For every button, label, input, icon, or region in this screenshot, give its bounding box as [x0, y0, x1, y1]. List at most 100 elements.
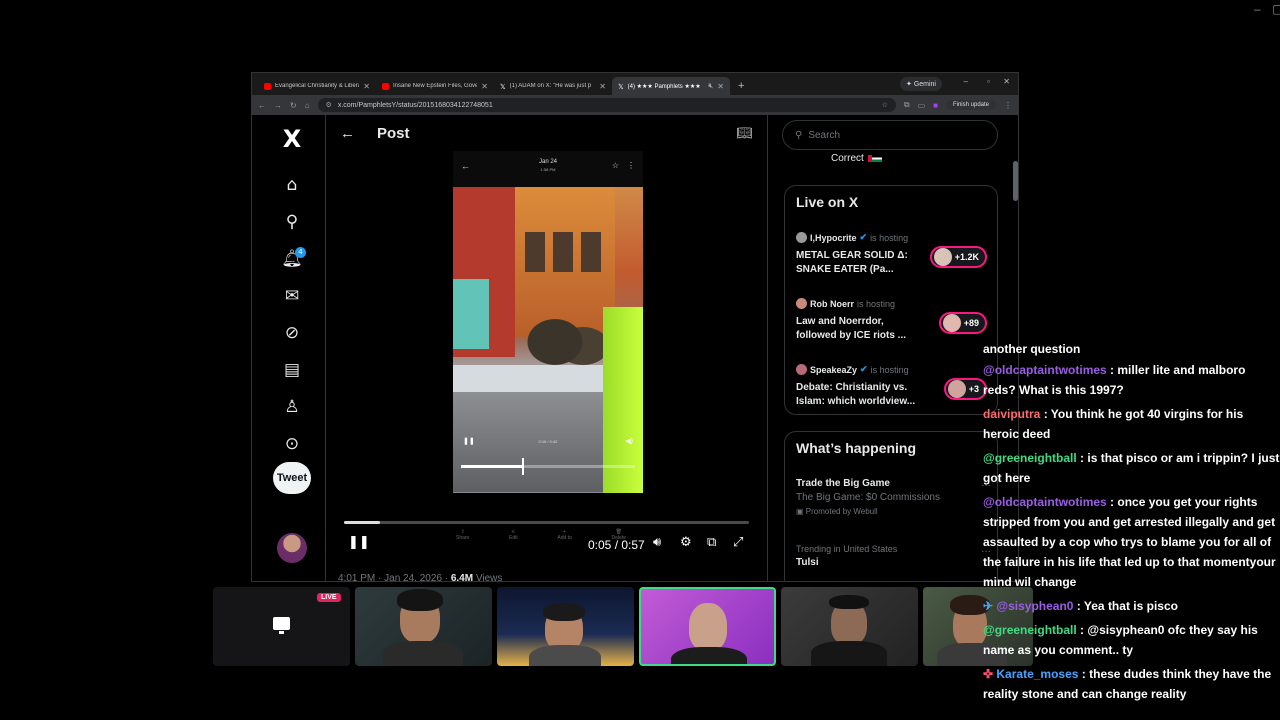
home-icon[interactable]: ⌂: [276, 175, 308, 195]
browser-tab[interactable]: Insane New Epstein Files, Gove ✕: [376, 77, 494, 95]
browser-tab[interactable]: Evangelical Christianity & Libera ✕: [258, 77, 376, 95]
new-tab-button[interactable]: +: [730, 80, 752, 95]
screen-share-tile[interactable]: LIVE: [213, 587, 350, 666]
chat-username: daiviputra: [983, 407, 1041, 421]
home-icon[interactable]: ⌂: [305, 101, 310, 110]
close-tab-icon[interactable]: ✕: [481, 82, 488, 91]
forward-icon[interactable]: →: [274, 101, 282, 110]
site-info-icon[interactable]: ⚙: [326, 101, 332, 109]
host-name: SpeakeaZy: [810, 364, 858, 375]
reader-mode-icon[interactable]: 📖︎: [736, 125, 753, 141]
host-avatar: [796, 298, 807, 309]
listeners-pill[interactable]: +3: [943, 378, 987, 400]
x-logo[interactable]: X: [276, 125, 308, 153]
minimize-icon[interactable]: –: [1254, 2, 1261, 16]
chat-message: daiviputra : You think he got 40 virgins…: [983, 404, 1280, 444]
address-bar[interactable]: ⚙ x.com/PamphletsY/status/20151680341227…: [317, 98, 896, 112]
right-sidebar: ⚲ Search Correct Live on X I,Hypocrite ✔ i…: [782, 115, 1000, 581]
promoted-trend[interactable]: Trade the Big Game The Big Game: $0 Comm…: [796, 478, 991, 516]
youtube-icon: [382, 82, 389, 90]
webcam-tile[interactable]: [497, 587, 634, 666]
post-timestamp[interactable]: 4:01 PM · Jan 24, 2026 ·: [338, 573, 451, 581]
post-meta: 4:01 PM · Jan 24, 2026 · 6.4M Views: [338, 573, 503, 582]
maximize-browser-icon[interactable]: ▫: [987, 77, 990, 86]
explore-search-icon[interactable]: ⚲: [276, 212, 308, 232]
live-space-item[interactable]: I,Hypocrite ✔ is hosting METAL GEAR SOLID …: [796, 232, 996, 277]
chat-badge-icon: ✜: [983, 667, 997, 681]
live-space-item[interactable]: SpeakeaZy ✔ is hosting Debate: Christianit…: [796, 364, 996, 409]
grok-icon[interactable]: ⊘: [276, 323, 308, 343]
verified-badge-icon: ✔: [860, 364, 868, 374]
listener-avatar: [942, 314, 961, 332]
search-input[interactable]: ⚲ Search: [782, 120, 998, 150]
flag-icon: [867, 154, 882, 162]
chat-username: @oldcaptaintwotimes: [983, 495, 1107, 509]
listener-avatar: [933, 248, 952, 266]
mute-tab-icon[interactable]: 🔇︎: [708, 81, 713, 91]
fullscreen-icon[interactable]: ⤢: [733, 535, 743, 550]
close-tab-icon[interactable]: ✕: [599, 82, 606, 91]
search-placeholder: Search: [808, 129, 841, 141]
picture-in-picture-icon[interactable]: ⧉: [707, 535, 716, 550]
correct-label: Correct: [831, 153, 882, 164]
trend-subtitle: The Big Game: $0 Commissions: [796, 492, 940, 503]
trend-item[interactable]: Trending in United States Tulsi …: [796, 544, 991, 568]
close-tab-icon[interactable]: ✕: [717, 82, 724, 91]
embedded-progress-fill: [461, 465, 522, 468]
lists-icon[interactable]: ▤: [276, 360, 308, 380]
x-page: X ⌂ ⚲ 🔔︎ 4 ✉ ⊘ ▤ ♙ ⊙ Tweet ← Post 📖︎ ← J…: [252, 115, 1018, 582]
browser-tab[interactable]: 𝕏 (1) ADAM on X: "He was just p ✕: [494, 77, 612, 95]
back-icon[interactable]: ←: [258, 101, 266, 110]
listeners-count: +3: [968, 384, 979, 394]
space-host: Rob Noerr is hosting: [796, 298, 996, 309]
share-label: Share: [456, 535, 470, 541]
correct-text: Correct: [831, 153, 864, 164]
back-arrow-icon[interactable]: ←: [340, 125, 355, 142]
volume-icon[interactable]: 🔊︎: [653, 535, 661, 550]
pause-icon[interactable]: ❚❚: [348, 535, 370, 550]
host-name: I,Hypocrite: [810, 232, 857, 243]
reload-icon[interactable]: ↻: [290, 101, 297, 110]
listeners-pill[interactable]: +89: [938, 312, 987, 334]
building-window: [581, 232, 601, 272]
person-cap: [829, 595, 869, 609]
live-space-item[interactable]: Rob Noerr is hosting Law and Noerrdor, fo…: [796, 298, 996, 343]
settings-gear-icon[interactable]: ⚙: [680, 535, 692, 550]
views-label: Views: [473, 573, 503, 582]
gemini-button[interactable]: ✦ Gemini: [900, 77, 942, 91]
close-browser-icon[interactable]: ✕: [1003, 77, 1010, 86]
menu-kebab-icon[interactable]: ⋮: [1004, 101, 1012, 110]
messages-envelope-icon[interactable]: ✉: [276, 286, 308, 306]
browser-tab-active[interactable]: 𝕏 (4) ★★★ Pamphlets ★★★ 🔇︎ ✕: [612, 77, 730, 95]
restore-icon[interactable]: ▢: [1272, 2, 1280, 16]
finish-update-button[interactable]: Finish update: [945, 100, 996, 110]
page-scrollbar[interactable]: [1013, 161, 1018, 201]
webcam-tile-active[interactable]: [639, 587, 776, 666]
host-avatar: [796, 364, 807, 375]
account-avatar[interactable]: [277, 533, 307, 563]
building-window: [553, 232, 573, 272]
embedded-volume-icon: ◀): [625, 438, 633, 445]
profile-icon[interactable]: ■: [933, 101, 938, 110]
video-progress-bar[interactable]: [344, 521, 749, 524]
bookmark-star-icon[interactable]: ☆: [882, 101, 888, 109]
profile-person-icon[interactable]: ♙: [276, 397, 308, 417]
chat-message: @oldcaptaintwotimes : miller lite and ma…: [983, 360, 1280, 400]
minimize-browser-icon[interactable]: –: [964, 77, 968, 86]
sidepanel-icon[interactable]: ▭: [918, 101, 926, 110]
close-tab-icon[interactable]: ✕: [363, 82, 370, 91]
notifications-bell-icon[interactable]: 🔔︎ 4: [276, 247, 308, 269]
post-header: ← Post 📖︎: [326, 115, 767, 151]
hosting-label: is hosting: [857, 298, 896, 309]
webcam-tile[interactable]: [355, 587, 492, 666]
mural: [453, 279, 489, 349]
tab-strip: Evangelical Christianity & Libera ✕ Insa…: [252, 73, 1018, 95]
tab-title: Evangelical Christianity & Libera: [275, 83, 360, 89]
chat-username: Karate_moses: [996, 667, 1079, 681]
listeners-pill[interactable]: +1.2K: [929, 246, 987, 268]
more-circle-icon[interactable]: ⊙: [276, 434, 308, 454]
extensions-icon[interactable]: ⧉: [904, 100, 910, 110]
webcam-tile[interactable]: [781, 587, 918, 666]
embedded-video-frame[interactable]: ← Jan 24 1:58 PM ☆ ⋮ ❚❚ 0:16 / 0:42 ◀): [453, 151, 643, 493]
tweet-button[interactable]: Tweet: [273, 462, 311, 494]
